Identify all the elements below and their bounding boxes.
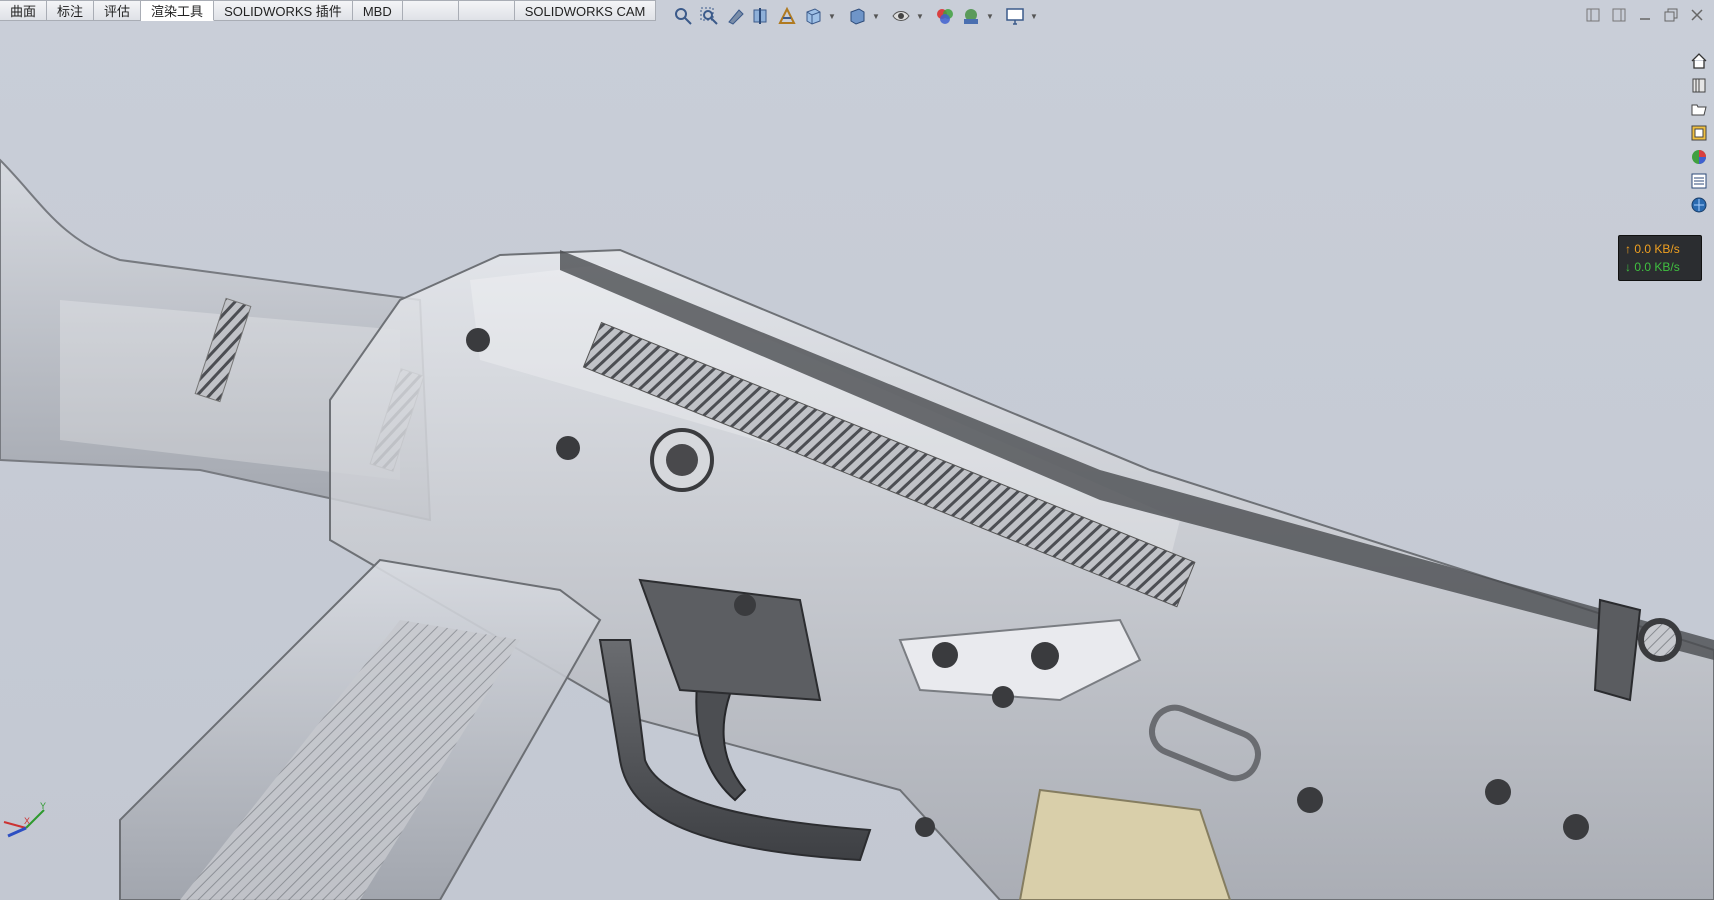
tile-right-icon[interactable] <box>1610 6 1628 24</box>
tab-blank-2[interactable] <box>458 0 515 21</box>
view-settings-icon[interactable] <box>1004 5 1026 27</box>
solidworks-forum-icon[interactable] <box>1688 194 1710 216</box>
display-style-icon[interactable] <box>846 5 868 27</box>
previous-view-icon[interactable] <box>724 5 746 27</box>
minimize-icon[interactable] <box>1636 6 1654 24</box>
home-icon[interactable] <box>1688 50 1710 72</box>
task-pane-tabs <box>1688 50 1712 216</box>
zoom-to-area-icon[interactable] <box>698 5 720 27</box>
design-library-icon[interactable] <box>1688 74 1710 96</box>
apply-scene-icon[interactable] <box>960 5 982 27</box>
zoom-to-fit-icon[interactable] <box>672 5 694 27</box>
heads-up-view-toolbar: ▼ ▼ ▼ ▼ ▼ <box>672 4 1044 28</box>
tab-render-tools[interactable]: 渲染工具 <box>141 0 215 21</box>
apply-scene-dropdown-icon[interactable]: ▼ <box>986 5 994 27</box>
window-controls <box>1584 6 1706 24</box>
tile-left-icon[interactable] <box>1584 6 1602 24</box>
tab-blank-1[interactable] <box>402 0 459 21</box>
rifle-model[interactable] <box>0 0 1714 900</box>
command-manager-tabs: 曲面 标注 评估 渲染工具 SOLIDWORKS 插件 MBD SOLIDWOR… <box>0 0 657 22</box>
view-orientation-icon[interactable] <box>802 5 824 27</box>
network-speed-widget: ↑ 0.0 KB/s ↓ 0.0 KB/s <box>1618 235 1702 281</box>
view-orientation-dropdown-icon[interactable]: ▼ <box>828 5 836 27</box>
hide-show-items-icon[interactable] <box>890 5 912 27</box>
close-icon[interactable] <box>1688 6 1706 24</box>
graphics-area[interactable]: 曲面 标注 评估 渲染工具 SOLIDWORKS 插件 MBD SOLIDWOR… <box>0 0 1714 900</box>
tab-solidworks-addins[interactable]: SOLIDWORKS 插件 <box>214 0 353 21</box>
tab-evaluate[interactable]: 评估 <box>94 0 142 21</box>
custom-properties-icon[interactable] <box>1688 170 1710 192</box>
view-settings-dropdown-icon[interactable]: ▼ <box>1030 5 1038 27</box>
triad-x-axis <box>3 821 27 829</box>
download-speed: ↓ 0.0 KB/s <box>1625 260 1680 274</box>
restore-icon[interactable] <box>1662 6 1680 24</box>
upload-speed: ↑ 0.0 KB/s <box>1625 242 1680 256</box>
reference-triad: Y X <box>3 801 46 838</box>
triad-y-label: Y <box>40 801 46 811</box>
tab-surfaces[interactable]: 曲面 <box>0 0 48 21</box>
edit-appearance-icon[interactable] <box>934 5 956 27</box>
appearances-icon[interactable] <box>1688 146 1710 168</box>
tab-solidworks-cam[interactable]: SOLIDWORKS CAM <box>514 0 657 21</box>
display-style-dropdown-icon[interactable]: ▼ <box>872 5 880 27</box>
dynamic-annotation-icon[interactable] <box>776 5 798 27</box>
tab-mbd[interactable]: MBD <box>352 0 403 21</box>
view-palette-icon[interactable] <box>1688 122 1710 144</box>
section-view-icon[interactable] <box>750 5 772 27</box>
hide-show-dropdown-icon[interactable]: ▼ <box>916 5 924 27</box>
triad-x-label: X <box>24 816 30 826</box>
tab-markup[interactable]: 标注 <box>47 0 95 21</box>
triad-z-axis <box>7 826 27 838</box>
file-explorer-icon[interactable] <box>1688 98 1710 120</box>
